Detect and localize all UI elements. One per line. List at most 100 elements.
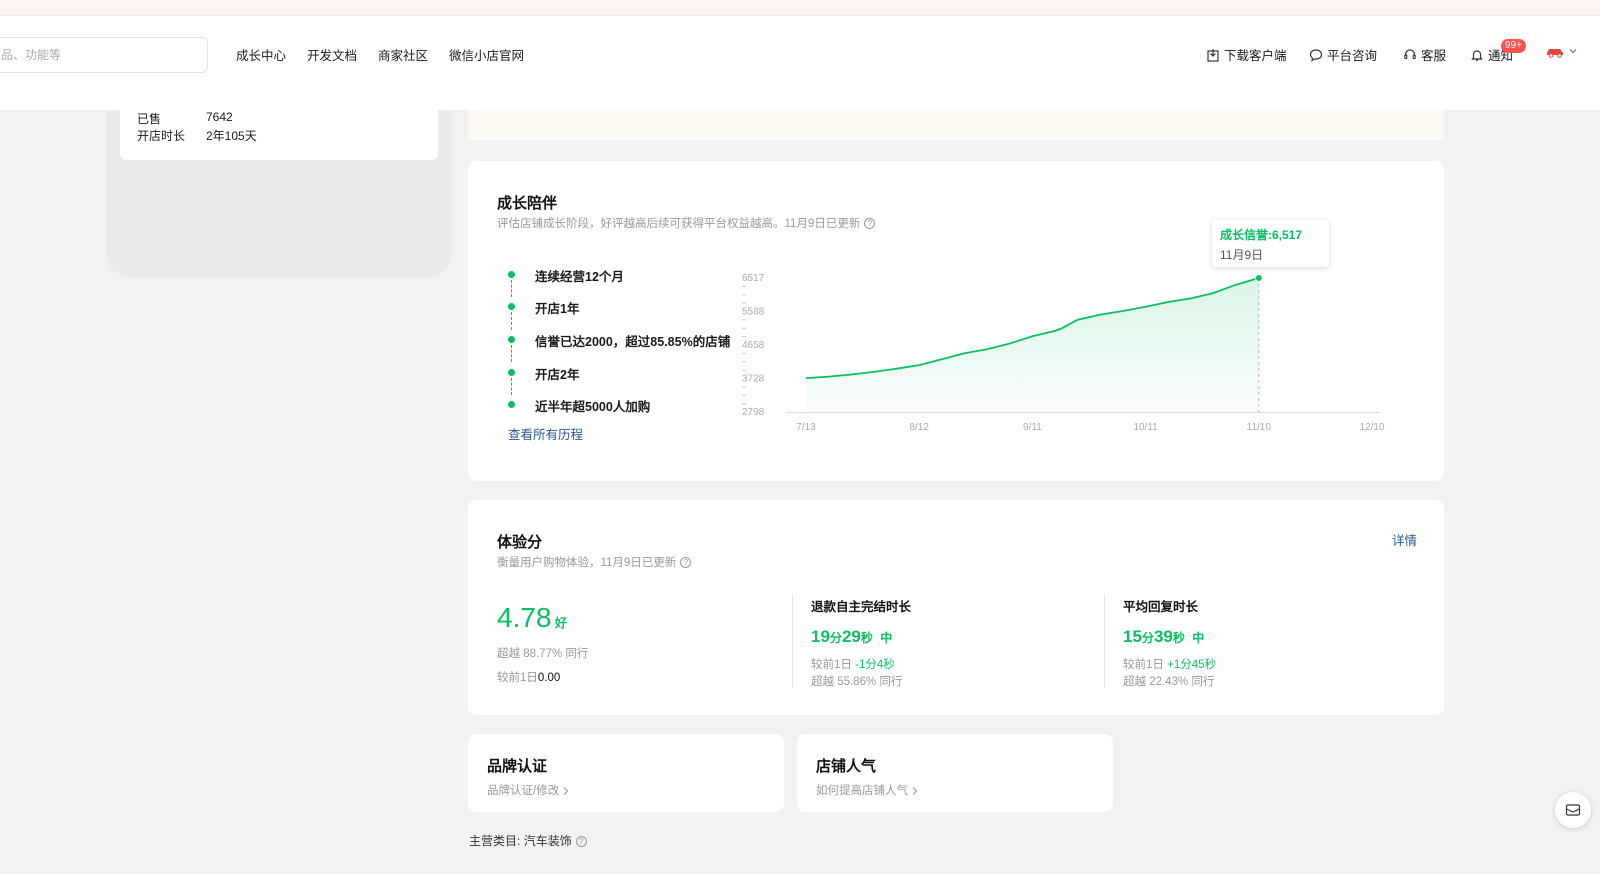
platform-consult-button[interactable]: 平台咨询 <box>1309 45 1377 64</box>
chart-tooltip: 成长信誉:6,517 11月9日 <box>1212 220 1329 267</box>
refund-title: 退款自主完结时长 <box>811 600 912 614</box>
reply-prev-label: 较前1日 <box>1123 659 1164 671</box>
experience-prev-day: 较前1日0.00 <box>497 669 560 685</box>
x-tick-label: 9/11 <box>1023 422 1042 433</box>
customer-service-button[interactable]: 客服 <box>1403 45 1446 64</box>
experience-score: 4.78 好 <box>497 602 567 634</box>
help-icon[interactable]: ? <box>680 557 692 569</box>
milestone-connector <box>511 345 512 362</box>
growth-title: 成长陪伴 <box>497 195 558 212</box>
reply-min-unit: 分 <box>1141 631 1154 645</box>
divider <box>792 594 793 688</box>
milestone-connector <box>511 280 512 297</box>
feedback-floating-button[interactable] <box>1555 792 1591 828</box>
refund-prev-label: 较前1日 <box>811 659 852 671</box>
notice-band <box>468 110 1444 140</box>
refund-duration: 19分29秒 中 <box>811 627 892 647</box>
brand-title: 品牌认证 <box>487 758 548 775</box>
milestone-dot <box>508 271 515 278</box>
bell-icon <box>1471 49 1483 61</box>
reply-min: 15 <box>1123 627 1142 646</box>
x-tick-label: 12/10 <box>1359 422 1384 433</box>
experience-subtitle-text: 衡量用户购物体验，11月9日已更新 <box>497 557 677 569</box>
milestone-connector <box>511 312 512 330</box>
brand-edit-link[interactable]: 品牌认证/修改 <box>487 782 570 798</box>
refund-exceed: 超越 55.86% 同行 <box>811 676 903 688</box>
x-tick-label: 7/13 <box>796 422 816 433</box>
experience-score-grade: 好 <box>554 616 567 630</box>
nav-growth-center[interactable]: 成长中心 <box>236 45 286 64</box>
divider <box>1104 594 1105 688</box>
milestone-dot <box>508 401 515 408</box>
account-menu[interactable] <box>1545 44 1577 58</box>
sold-label: 已售 <box>137 112 162 126</box>
search-box[interactable] <box>0 37 208 73</box>
milestone-item: 开店1年 <box>535 302 580 316</box>
brand-card: 品牌认证 品牌认证/修改 <box>468 734 784 812</box>
download-icon <box>1207 48 1219 62</box>
x-tick-label: 8/12 <box>909 422 929 433</box>
download-client-label: 下载客户端 <box>1224 49 1287 63</box>
mail-icon <box>1565 804 1581 816</box>
reply-duration: 15分39秒 中 <box>1123 627 1204 647</box>
y-tick-label: 5588 <box>742 306 765 317</box>
y-tick-label: 2798 <box>742 407 765 418</box>
reply-title: 平均回复时长 <box>1123 600 1199 614</box>
chat-bubble-icon <box>1309 48 1323 62</box>
experience-title: 体验分 <box>497 534 543 551</box>
tooltip-value: 成长信誉:6,517 <box>1220 228 1303 242</box>
view-all-history-link[interactable]: 查看所有历程 <box>508 424 583 443</box>
reply-prev-value: +1分45秒 <box>1167 659 1217 671</box>
milestone-connector <box>511 378 512 395</box>
search-input[interactable] <box>0 38 207 72</box>
nav-merchant-community[interactable]: 商家社区 <box>378 45 428 64</box>
milestone-item: 近半年超5000人加购 <box>535 400 651 414</box>
chevron-right-icon <box>563 787 569 795</box>
popularity-title: 店铺人气 <box>816 758 877 775</box>
milestone-dot <box>508 336 515 343</box>
experience-exceed: 超越 88.77% 同行 <box>497 648 589 660</box>
experience-prev-label: 较前1日 <box>497 672 538 684</box>
x-tick-label: 10/11 <box>1133 422 1158 433</box>
milestone-item: 信誉已达2000，超过85.85%的店铺 <box>535 335 731 349</box>
shop-age-value: 2年105天 <box>206 129 257 143</box>
main-category-label: 主营类目: <box>469 834 521 848</box>
customer-service-label: 客服 <box>1421 49 1447 63</box>
experience-prev-value: 0.00 <box>537 672 561 684</box>
shop-age-label: 开店时长 <box>137 129 186 143</box>
popularity-card: 店铺人气 如何提高店铺人气 <box>797 734 1113 812</box>
milestone-item: 开店2年 <box>535 368 580 382</box>
refund-grade: 中 <box>880 631 893 645</box>
growth-credit-chart: 6517 5588 4658 3728 2798 7/13 8/12 9/11 10/11 11/… <box>742 273 1385 433</box>
experience-details-link[interactable]: 详情 <box>1392 530 1417 549</box>
x-tick-label: 11/10 <box>1247 422 1272 433</box>
main-category: 主营类目: 汽车装饰? <box>469 832 587 849</box>
headset-icon <box>1404 48 1416 59</box>
help-icon[interactable]: ? <box>575 836 587 848</box>
y-tick-label: 3728 <box>742 373 765 384</box>
nav-official-site[interactable]: 微信小店官网 <box>449 45 524 64</box>
shop-avatar-icon <box>1547 49 1563 58</box>
popularity-help-label: 如何提高店铺人气 <box>816 785 908 797</box>
milestone-item: 连续经营12个月 <box>535 270 624 284</box>
nav-dev-docs[interactable]: 开发文档 <box>307 45 357 64</box>
refund-sec: 29 <box>841 627 861 646</box>
sold-value: 7642 <box>206 110 233 124</box>
tooltip-date: 11月9日 <box>1220 248 1264 262</box>
reply-sec-unit: 秒 <box>1172 631 1185 645</box>
platform-consult-label: 平台咨询 <box>1327 49 1378 63</box>
notification-badge: 99+ <box>1501 39 1526 53</box>
chevron-right-icon <box>912 787 918 795</box>
experience-subtitle: 衡量用户购物体验，11月9日已更新? <box>497 554 692 570</box>
download-client-button[interactable]: 下载客户端 <box>1206 45 1287 64</box>
help-icon[interactable]: ? <box>864 218 876 230</box>
shop-stats-panel: 已售 7642 开店时长 2年105天 <box>120 110 438 160</box>
top-banner-strip <box>0 0 1600 16</box>
experience-score-value: 4.78 <box>497 602 552 633</box>
y-tick-label: 4658 <box>742 340 765 351</box>
experience-card: 体验分 衡量用户购物体验，11月9日已更新? 详情 4.78 好 超越 88.7… <box>468 500 1444 715</box>
popularity-help-link[interactable]: 如何提高店铺人气 <box>816 782 919 798</box>
refund-min: 19 <box>811 627 830 646</box>
y-tick-label: 6517 <box>742 273 765 284</box>
milestone-dot <box>508 303 515 310</box>
